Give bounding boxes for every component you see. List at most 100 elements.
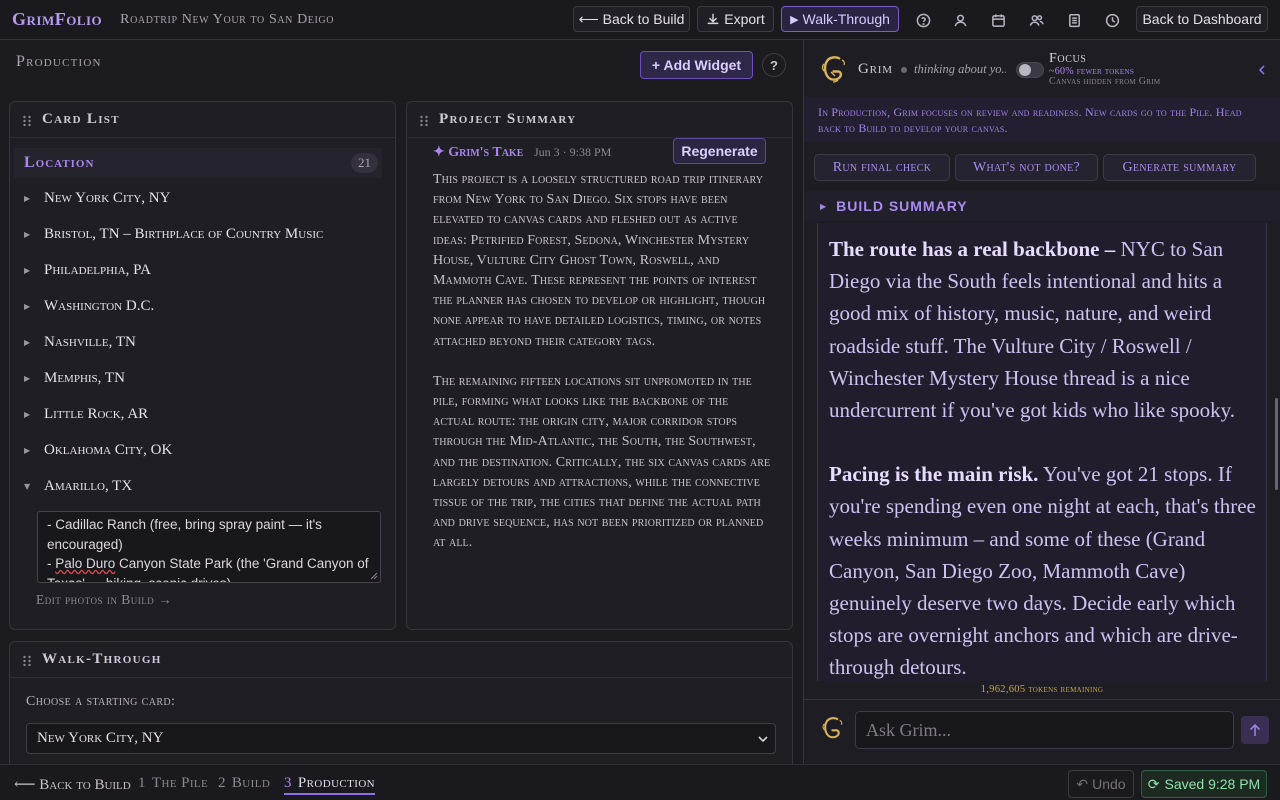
starting-card-select[interactable]: New York City, NY [26, 723, 776, 754]
caret-right-icon: ▶ [24, 265, 31, 275]
run-final-check-chip[interactable]: Run final check [814, 154, 950, 181]
grim-logo-icon [821, 56, 846, 83]
caret-right-icon: ▶ [24, 229, 31, 239]
top-bar: GrimFolio Roadtrip New Your to San Deigo… [0, 0, 1280, 40]
status-dot [901, 67, 907, 73]
starting-card-value: New York City, NY [37, 730, 164, 746]
step-the-pile[interactable]: 1 The Pile [138, 775, 208, 792]
walkthrough-title: Walk-Through [42, 651, 162, 667]
caret-right-icon: ▶ [24, 337, 31, 347]
step-build[interactable]: 2 Build [218, 775, 270, 792]
undo-icon: ↶ [1076, 775, 1089, 792]
message-paragraph: Pacing is the main risk. You've got 21 s… [829, 458, 1256, 681]
regenerate-button[interactable]: Regenerate [673, 138, 766, 164]
caret-right-icon: ▶ [820, 201, 827, 211]
undo-button[interactable]: ↶ Undo [1068, 770, 1134, 798]
edit-photos-link[interactable]: Edit photos in Build → [36, 592, 172, 608]
caret-right-icon: ▶ [24, 445, 31, 455]
card-list-item-expanded[interactable]: ▼ Amarillo, TX [24, 474, 132, 498]
summary-paragraph: This project is a loosely structured roa… [433, 172, 766, 349]
card-list-item-label: Little Rock, AR [44, 405, 149, 422]
caret-right-icon: ▶ [24, 373, 31, 383]
walkthrough-header: Walk-Through [10, 642, 792, 678]
step-label: Production [297, 775, 376, 791]
notes-line: - Palo Duro Canyon State Park (the 'Gran… [47, 554, 371, 582]
location-group-header[interactable]: Location 21 [14, 148, 382, 178]
user-icon[interactable] [949, 9, 971, 31]
drag-handle-icon[interactable] [22, 114, 32, 126]
card-list-item-label: Nashville, TN [44, 333, 136, 350]
card-list-item[interactable]: ▶ Little Rock, AR [24, 402, 148, 426]
card-list-item-label: New York City, NY [44, 189, 171, 206]
location-count-badge: 21 [351, 153, 378, 173]
help-icon[interactable] [912, 9, 934, 31]
calendar-icon[interactable] [987, 9, 1009, 31]
notes-line: - Cadillac Ranch (free, bring spray pain… [47, 517, 322, 552]
send-button[interactable] [1241, 716, 1269, 744]
arrow-left-icon: ⟵ [578, 10, 599, 27]
project-summary-title: Project Summary [439, 111, 577, 127]
app-brand[interactable]: GrimFolio [12, 9, 102, 30]
card-list-item[interactable]: ▶ Memphis, TN [24, 366, 125, 390]
card-list-item[interactable]: ▶ Nashville, TN [24, 330, 136, 354]
spellcheck-word: Palo Duro [55, 556, 116, 571]
resize-handle-icon[interactable] [368, 570, 378, 580]
step-number: 2 [218, 775, 226, 791]
clock-icon[interactable] [1101, 9, 1123, 31]
divider [804, 699, 1280, 700]
card-list-item-label: Washington D.C. [44, 297, 155, 314]
card-list-item[interactable]: ▶ Philadelphia, PA [24, 258, 151, 282]
grim-message: The route has a real backbone – NYC to S… [817, 223, 1267, 681]
tokens-remaining: 1,962,605 tokens remaining [980, 684, 1104, 695]
step-number: 1 [138, 775, 146, 791]
card-list-item[interactable]: ▶ Oklahoma City, OK [24, 438, 172, 462]
collapse-sidebar-icon[interactable] [1257, 64, 1267, 76]
step-label: The Pile [151, 775, 209, 791]
step-production[interactable]: 3 Production [284, 775, 376, 795]
saved-status-button[interactable]: ⟳ Saved 9:28 PM [1141, 770, 1267, 798]
document-icon[interactable] [1063, 9, 1085, 31]
chevron-down-icon [758, 736, 768, 743]
card-list-item-label: Memphis, TN [44, 369, 125, 386]
undo-label: Undo [1092, 776, 1126, 792]
grims-take-label: ✦ Grim's Take [433, 145, 524, 160]
export-label: Export [724, 11, 765, 27]
grim-thinking-status: thinking about yo... [914, 62, 1006, 76]
saved-label: Saved 9:28 PM [1164, 776, 1261, 792]
card-list-item[interactable]: ▶ New York City, NY [24, 186, 170, 210]
production-title: Production [16, 53, 102, 70]
card-list-item-label: Bristol, TN – Birthplace of Country Musi… [44, 225, 324, 242]
card-notes-textarea[interactable]: - Cadillac Ranch (free, bring spray pain… [37, 511, 381, 583]
message-bold: Pacing is the main risk. [829, 462, 1039, 487]
ask-grim-input[interactable] [855, 711, 1234, 749]
caret-right-icon: ▶ [24, 301, 31, 311]
toggle-knob [1019, 64, 1031, 76]
whats-not-done-chip[interactable]: What's not done? [955, 154, 1098, 181]
card-list-item[interactable]: ▶ Bristol, TN – Birthplace of Country Mu… [24, 222, 323, 246]
focus-description: Canvas hidden from Grim [1049, 76, 1161, 87]
back-to-build-button[interactable]: ⟵ Back to Build [573, 6, 690, 32]
starting-card-label: Choose a starting card: [26, 694, 176, 709]
export-button[interactable]: Export [697, 6, 774, 32]
step-label: Build [231, 775, 271, 791]
walkthrough-button[interactable]: ▶ Walk-Through [781, 6, 899, 32]
production-help-button[interactable]: ? [762, 53, 786, 77]
card-list-item[interactable]: ▶ Washington D.C. [24, 294, 154, 318]
generate-summary-chip[interactable]: Generate summary [1103, 154, 1256, 181]
card-list-item-label: Amarillo, TX [44, 477, 133, 494]
build-summary-toggle[interactable]: ▶ BUILD SUMMARY [804, 191, 1280, 221]
card-list-title: Card List [42, 111, 120, 127]
focus-toggle[interactable] [1016, 62, 1044, 78]
chat-scrollbar[interactable] [1275, 398, 1278, 490]
add-widget-button[interactable]: + Add Widget [640, 51, 753, 79]
back-to-dashboard-button[interactable]: Back to Dashboard [1136, 6, 1268, 32]
drag-handle-icon[interactable] [22, 654, 32, 666]
bottom-back-to-build-link[interactable]: ⟵ Back to Build [14, 775, 131, 794]
download-icon [708, 13, 719, 25]
step-number: 3 [284, 775, 292, 791]
grim-avatar-icon [822, 717, 843, 739]
drag-handle-icon[interactable] [419, 114, 429, 126]
walkthrough-label: Walk-Through [802, 11, 890, 27]
users-icon[interactable] [1025, 9, 1047, 31]
back-to-build-label: Back to Build [602, 11, 685, 27]
